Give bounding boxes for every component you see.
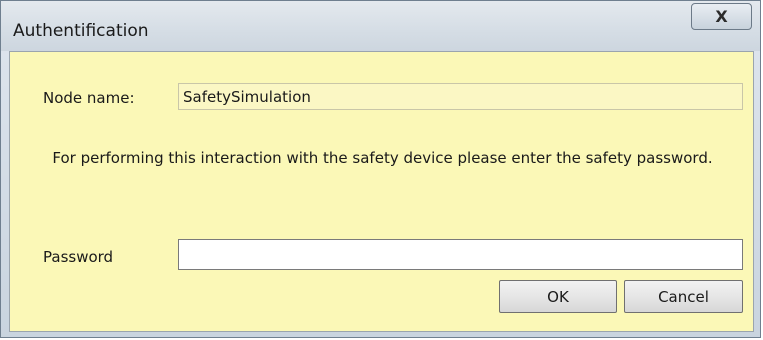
password-field[interactable]	[178, 239, 743, 270]
close-icon: X	[715, 6, 728, 26]
password-label: Password	[43, 248, 114, 266]
authentication-dialog: Authentification X Node name: For perfor…	[0, 0, 761, 338]
instruction-message: For performing this interaction with the…	[52, 149, 713, 167]
close-button[interactable]: X	[691, 3, 752, 30]
ok-button[interactable]: OK	[499, 280, 617, 313]
title-bar[interactable]: Authentification X	[1, 1, 760, 51]
node-name-field[interactable]	[178, 83, 743, 110]
dialog-title: Authentification	[13, 21, 149, 41]
dialog-content: Node name: For performing this interacti…	[9, 51, 754, 332]
cancel-button[interactable]: Cancel	[624, 280, 743, 313]
node-name-label: Node name:	[43, 89, 135, 107]
